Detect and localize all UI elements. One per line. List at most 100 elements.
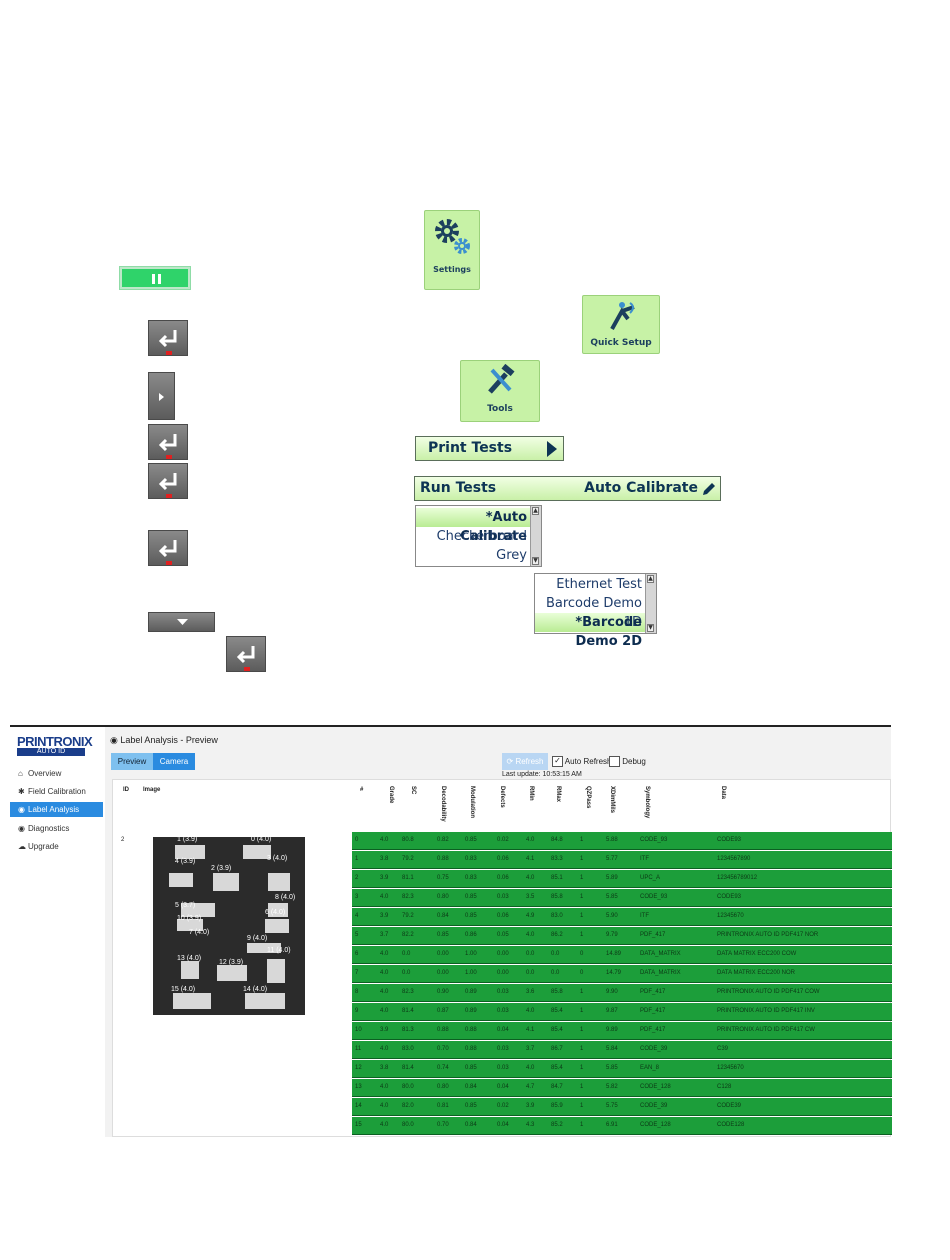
column-header: SC: [410, 786, 416, 795]
table-cell: 0.04: [497, 1027, 509, 1033]
table-cell: 1: [580, 913, 584, 919]
pause-button[interactable]: [120, 267, 190, 289]
auto-refresh-checkbox[interactable]: ✓ Auto Refresh: [552, 753, 611, 770]
table-row[interactable]: 4 3.9 79.2 0.84 0.85 0.06 4.9 83.0 1 5.90 ITF 12345…: [352, 908, 892, 926]
enter-button[interactable]: [148, 424, 188, 460]
column-header: Data: [720, 786, 726, 800]
sidebar-item-field-calibration[interactable]: ✱ Field Calibration: [10, 784, 103, 799]
table-cell: 3.9: [380, 1027, 389, 1033]
table-row[interactable]: 0 4.0 80.8 0.82 0.85 0.02 4.0 84.8 1 5.88 CODE_93 C…: [352, 832, 892, 850]
table-cell: PRINTRONIX AUTO ID PDF417 NOR: [717, 932, 819, 938]
scrollbar[interactable]: ▲ ▼: [645, 574, 656, 633]
list-item[interactable]: Ethernet Test: [535, 575, 646, 594]
list-item[interactable]: Barcode Demo 1D: [535, 594, 646, 630]
table-cell: 5.82: [606, 1084, 618, 1090]
table-cell: 9.87: [606, 1008, 618, 1014]
tab-camera[interactable]: Camera: [153, 753, 195, 770]
table-cell: 0.83: [465, 875, 477, 881]
print-tests-list[interactable]: Ethernet Test Barcode Demo 1D *Barcode D…: [534, 573, 657, 649]
checkbox-icon[interactable]: [609, 756, 620, 768]
enter-button[interactable]: [148, 463, 188, 499]
table-cell: 0.85: [465, 1103, 477, 1109]
table-row[interactable]: 8 4.0 82.3 0.90 0.89 0.03 3.6 85.8 1 9.90 PDF_417 P…: [352, 984, 892, 1002]
table-cell: 0.00: [437, 951, 449, 957]
detection-label: 13 (4.0): [177, 955, 202, 962]
table-cell: 81.4: [402, 1008, 414, 1014]
table-row[interactable]: 10 3.9 81.3 0.88 0.88 0.04 4.1 85.4 1 9.89 PDF_417…: [352, 1022, 892, 1040]
quick-setup-tile[interactable]: Quick Setup: [582, 295, 660, 354]
sidebar-item-overview[interactable]: ⌂ Overview: [10, 766, 103, 781]
table-cell: CODE_128: [640, 1122, 671, 1128]
refresh-button[interactable]: ⟳ Refresh: [502, 753, 548, 770]
table-row[interactable]: 12 3.8 81.4 0.74 0.85 0.03 4.0 85.4 1 5.85 EAN_8 12…: [352, 1060, 892, 1078]
table-row[interactable]: 1 3.8 79.2 0.88 0.83 0.06 4.1 83.3 1 5.77 ITF 12345…: [352, 851, 892, 869]
enter-button[interactable]: [226, 636, 266, 672]
table-cell: 0.85: [465, 837, 477, 843]
sidebar-item-upgrade[interactable]: ☁ Upgrade: [10, 839, 103, 854]
table-row[interactable]: 11 4.0 83.0 0.70 0.88 0.03 3.7 86.7 1 5.84 CODE_39…: [352, 1041, 892, 1059]
table-cell: 4.0: [380, 837, 389, 843]
table-cell: 0.90: [437, 989, 449, 995]
table-cell: 5.84: [606, 1046, 618, 1052]
table-row[interactable]: 9 4.0 81.4 0.87 0.89 0.03 4.0 85.4 1 9.87 PDF_417 P…: [352, 1003, 892, 1021]
down-arrow-button[interactable]: [148, 612, 215, 632]
table-row[interactable]: 2 3.9 81.1 0.75 0.83 0.06 4.0 85.1 1 5.89 UPC_A 123…: [352, 870, 892, 888]
sidebar-item-diagnostics[interactable]: ◉ Diagnostics: [10, 821, 103, 836]
table-cell: 0.82: [437, 837, 449, 843]
detection-label: 3 (4.0): [267, 855, 288, 862]
table-row[interactable]: 15 4.0 80.0 0.70 0.84 0.04 4.3 85.2 1 6.91 CODE_12…: [352, 1117, 892, 1135]
table-cell: 4.7: [526, 1084, 535, 1090]
table-cell: 0.03: [497, 989, 509, 995]
table-cell: 0: [580, 951, 584, 957]
list-item[interactable]: *Auto Calibrate: [416, 508, 531, 544]
run-tests-list[interactable]: *Auto Calibrate Checkerboard Grey ▲ ▼: [415, 505, 542, 567]
tools-label: Tools: [487, 404, 513, 414]
detection-label: 12 (3.9): [219, 959, 244, 966]
print-tests-menu[interactable]: Print Tests: [415, 436, 564, 461]
table-cell: 1: [580, 989, 584, 995]
table-cell: 6.91: [606, 1122, 618, 1128]
tools-tile[interactable]: Tools: [460, 360, 540, 422]
table-row[interactable]: 3 4.0 82.3 0.80 0.85 0.03 3.5 85.8 1 5.85 CODE_93 C…: [352, 889, 892, 907]
scroll-up-icon[interactable]: ▲: [532, 507, 539, 515]
runner-icon: [610, 302, 635, 330]
scroll-up-icon[interactable]: ▲: [647, 575, 654, 583]
list-item[interactable]: Checkerboard: [416, 527, 531, 546]
sidebar-item-label-analysis[interactable]: ◉ Label Analysis: [10, 802, 103, 817]
list-item[interactable]: *Barcode Demo 2D: [535, 613, 646, 649]
scroll-down-icon[interactable]: ▼: [647, 624, 654, 632]
pause-icon: [152, 274, 155, 284]
detection-label: 14 (4.0): [243, 986, 268, 993]
table-row[interactable]: 7 4.0 0.0 0.00 1.00 0.00 0.0 0.0 0 14.79 DATA_MATR…: [352, 965, 892, 983]
table-row[interactable]: 6 4.0 0.0 0.00 1.00 0.00 0.0 0.0 0 14.89 DATA_MATR…: [352, 946, 892, 964]
scroll-down-icon[interactable]: ▼: [532, 557, 539, 565]
last-update: Last update: 10:53:15 AM: [502, 771, 582, 778]
table-row[interactable]: 13 4.0 80.0 0.80 0.84 0.04 4.7 84.7 1 5.82 CODE_12…: [352, 1079, 892, 1097]
table-cell: CODE_39: [640, 1103, 668, 1109]
table-row[interactable]: 5 3.7 82.2 0.85 0.86 0.05 4.0 86.2 1 9.79 PDF_417 P…: [352, 927, 892, 945]
list-item[interactable]: Grey: [416, 546, 531, 565]
enter-button[interactable]: [148, 320, 188, 356]
page-title: ◉ Label Analysis - Preview: [110, 735, 218, 745]
table-cell: 1.00: [465, 970, 477, 976]
scrollbar[interactable]: ▲ ▼: [530, 506, 541, 566]
checkbox-checked-icon[interactable]: ✓: [552, 756, 563, 768]
table-cell: 0.88: [437, 856, 449, 862]
enter-icon: [236, 646, 255, 664]
right-arrow-button[interactable]: [148, 372, 175, 420]
table-row[interactable]: 14 4.0 82.0 0.81 0.85 0.02 3.9 85.9 1 5.75 CODE_39…: [352, 1098, 892, 1116]
pencil-icon[interactable]: [701, 481, 717, 497]
table-cell: 85.8: [551, 989, 563, 995]
debug-checkbox[interactable]: Debug: [609, 753, 646, 770]
table-cell: 5.90: [606, 913, 618, 919]
table-cell: 0.0: [402, 951, 411, 957]
enter-button[interactable]: [148, 530, 188, 566]
table-cell: 0.70: [437, 1122, 449, 1128]
gear-icon: ✱: [18, 787, 25, 796]
table-cell: 0.88: [465, 1046, 477, 1052]
table-cell: 5.88: [606, 837, 618, 843]
table-cell: 4.0: [526, 837, 535, 843]
settings-tile[interactable]: Settings: [424, 210, 480, 290]
table-cell: 0.03: [497, 1046, 509, 1052]
tab-preview[interactable]: Preview: [111, 753, 153, 770]
